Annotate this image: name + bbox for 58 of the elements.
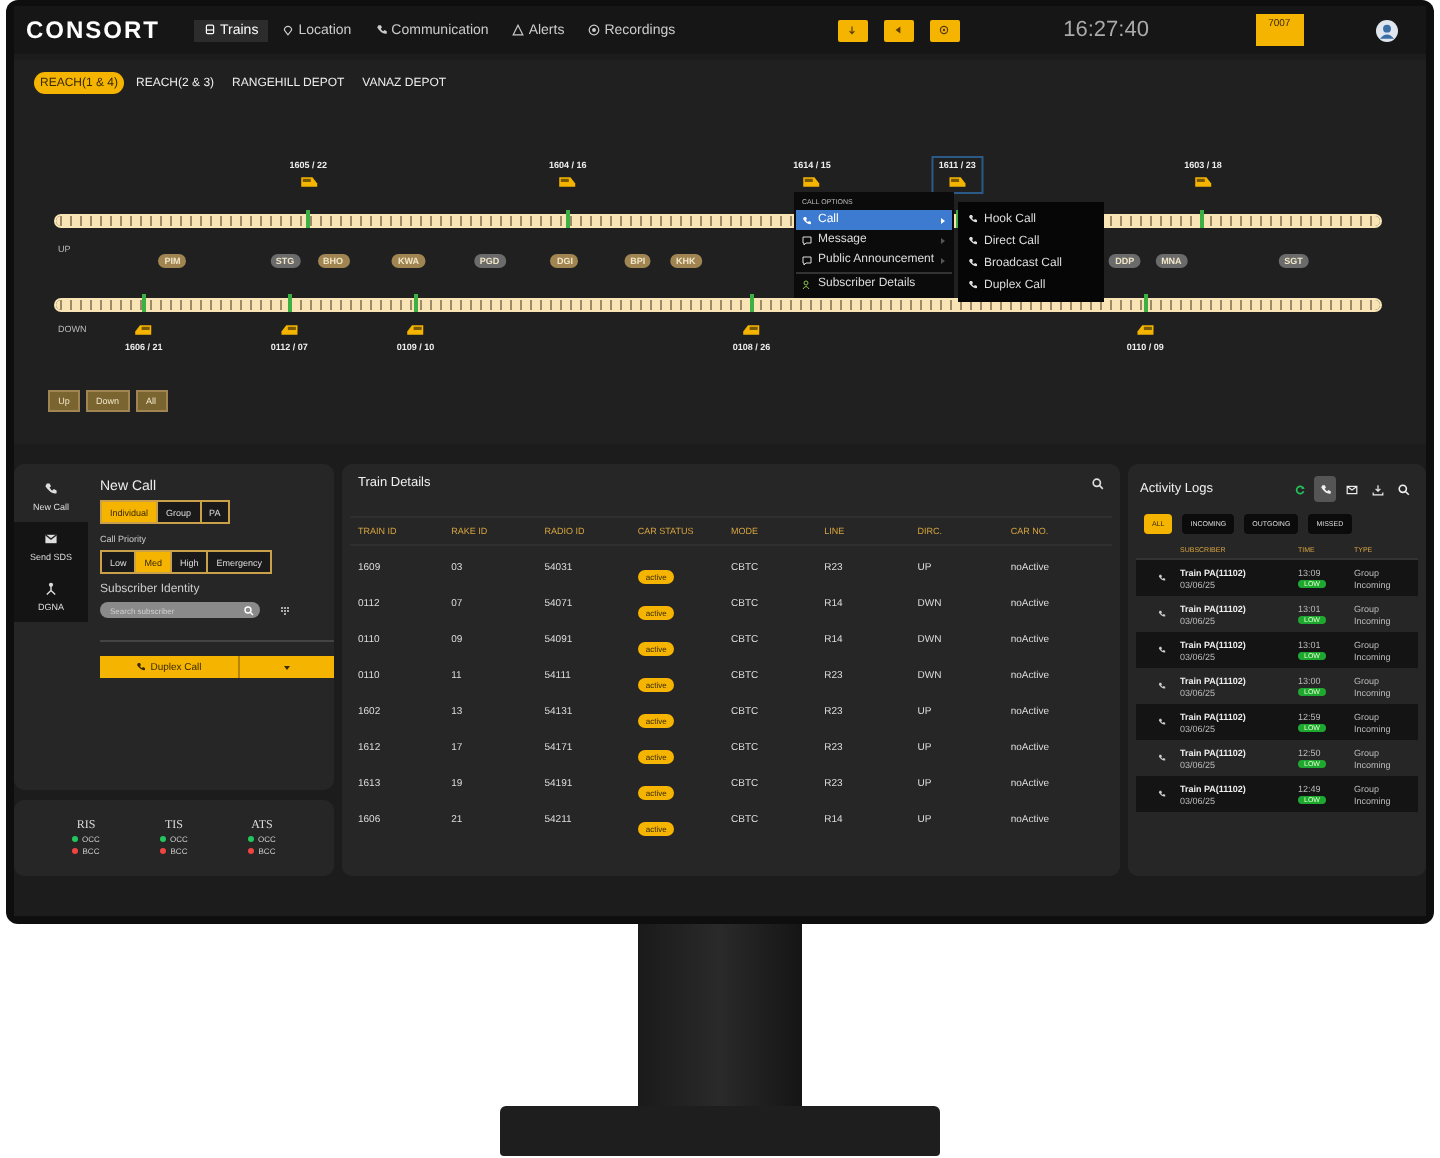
train-icon	[279, 322, 300, 338]
train-icon	[133, 322, 154, 338]
clock: 16:27:40	[1063, 18, 1151, 42]
phone-icon	[968, 280, 978, 290]
record-icon	[938, 24, 951, 36]
search-icon	[244, 605, 254, 615]
phone-icon	[375, 24, 388, 36]
phone-icon	[1158, 682, 1166, 690]
search-icon	[1397, 483, 1409, 495]
phone-icon	[1158, 790, 1166, 798]
train-icon	[1192, 174, 1213, 190]
quick-action-button[interactable]	[929, 19, 960, 41]
quick-action-button[interactable]	[883, 19, 914, 41]
download-icon	[1371, 483, 1383, 495]
phone-icon	[1319, 483, 1331, 495]
train-icon	[947, 174, 968, 190]
arrow-left-icon	[892, 24, 905, 36]
pin-icon	[282, 24, 295, 36]
phone-icon	[1158, 574, 1166, 582]
position-marker	[141, 294, 146, 312]
train-icon	[1135, 322, 1156, 338]
phone-button[interactable]	[1314, 476, 1336, 502]
phone-icon	[802, 215, 812, 225]
avatar-icon[interactable]	[1375, 19, 1398, 41]
person-icon	[802, 279, 812, 289]
phone-icon	[1158, 646, 1166, 654]
search-icon[interactable]	[1092, 477, 1104, 489]
train-icon	[741, 322, 762, 338]
train-icon	[298, 174, 319, 190]
position-marker	[749, 294, 754, 312]
phone-icon	[1158, 610, 1166, 618]
train-icon	[405, 322, 426, 338]
phone-icon	[968, 258, 978, 268]
network-icon	[44, 582, 58, 596]
mail-icon	[44, 532, 58, 546]
phone-icon	[968, 214, 978, 224]
position-marker	[565, 210, 570, 228]
quick-action-button[interactable]	[837, 19, 868, 41]
caret-icon	[284, 665, 290, 669]
phone-icon	[44, 482, 58, 496]
position-marker	[413, 294, 418, 312]
logo: CONSORT	[26, 16, 162, 44]
warning-icon	[512, 24, 525, 36]
train-icon	[801, 174, 822, 190]
phone-icon	[968, 236, 978, 246]
arrow-down-icon	[846, 24, 859, 36]
train-icon	[204, 24, 216, 36]
position-marker	[1143, 294, 1148, 312]
record-icon	[588, 24, 601, 36]
phone-icon	[136, 662, 147, 672]
refresh-icon	[1293, 483, 1305, 495]
train-icon	[557, 174, 578, 190]
phone-icon	[1158, 754, 1166, 762]
mail-icon	[1345, 483, 1357, 495]
position-marker	[306, 210, 311, 228]
position-marker	[1200, 210, 1205, 228]
phone-icon	[1158, 718, 1166, 726]
position-marker	[287, 294, 292, 312]
